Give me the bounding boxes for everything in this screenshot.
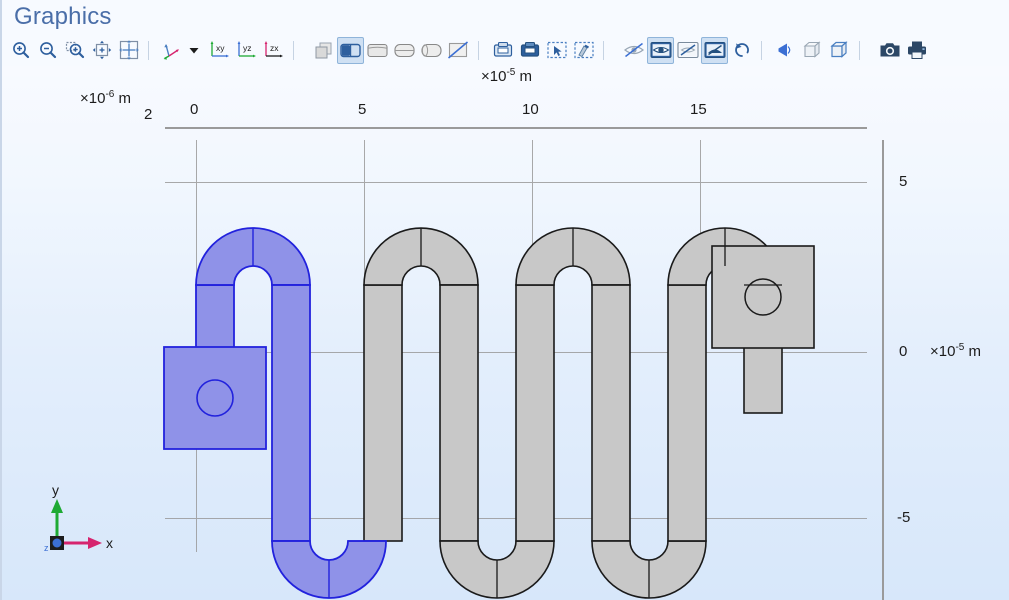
select-domains-icon — [340, 43, 361, 57]
zoom-box-button[interactable] — [61, 37, 88, 64]
svg-text:yz: yz — [243, 43, 252, 53]
reset-view-icon — [734, 43, 749, 57]
select-objects-icon — [315, 42, 331, 59]
view-zx-icon: zx — [264, 41, 283, 58]
view-perspective-button[interactable] — [826, 37, 853, 64]
zoom-out-button[interactable] — [34, 37, 61, 64]
cube-perspective-icon — [829, 41, 848, 58]
click-and-hide-icon — [546, 41, 567, 59]
camera-icon — [880, 43, 899, 57]
view-xy-icon: xy — [210, 41, 229, 58]
select-edges-button[interactable] — [391, 37, 418, 64]
select-objects-button[interactable] — [310, 37, 337, 64]
triad-z-label: z — [44, 543, 49, 551]
reset-hiding-icon — [573, 41, 594, 59]
toolbar-separator — [603, 40, 604, 60]
toolbar-separator — [478, 40, 479, 60]
triad-x-label: x — [106, 535, 113, 551]
printer-icon — [907, 41, 926, 59]
zoom-extents-button[interactable] — [88, 37, 115, 64]
select-domains-button[interactable] — [337, 36, 364, 64]
graphics-toolbar: xy yz zx — [2, 34, 1009, 66]
domain-leg-5 — [515, 284, 555, 542]
domain-leg-3 — [363, 284, 403, 542]
selection-list-icon — [520, 41, 539, 57]
domain-leg-2 — [271, 284, 311, 542]
no-selection-icon — [448, 41, 469, 59]
select-boundaries-button[interactable] — [364, 37, 391, 64]
click-and-hide-button[interactable] — [543, 37, 570, 64]
show-grid-button[interactable] — [701, 36, 728, 64]
triad-y-label: y — [52, 482, 59, 498]
transparency-button[interactable] — [620, 37, 647, 64]
zoom-extents-icon — [92, 40, 111, 60]
select-boundaries-icon — [367, 43, 388, 57]
domain-pad-left — [163, 346, 267, 450]
select-points-button[interactable] — [418, 37, 445, 64]
selection-list-button[interactable] — [516, 37, 543, 64]
graphics-canvas[interactable]: ×10-5 m ×10-6 m 2 0 5 10 15 5 0 -5 ×10-5… — [2, 66, 1009, 600]
image-snapshot-button[interactable] — [876, 37, 903, 64]
domain-pad-right — [711, 245, 815, 349]
view-zx-button[interactable]: zx — [260, 37, 287, 64]
view-unfolded-button[interactable] — [799, 37, 826, 64]
select-all-icon — [493, 41, 512, 57]
view-xy-button[interactable]: xy — [206, 37, 233, 64]
reset-view-button[interactable] — [728, 37, 755, 64]
wireframe-icon — [676, 41, 699, 59]
triad-y-arrowhead — [51, 499, 63, 513]
svg-text:zx: zx — [270, 43, 279, 53]
view-yz-icon: yz — [237, 41, 256, 58]
triad-z-marker — [52, 538, 62, 548]
geometry-viewport[interactable] — [2, 66, 1009, 600]
wireframe-rendering-button[interactable] — [674, 37, 701, 64]
orthographic-projection-button[interactable] — [772, 37, 799, 64]
select-all-button[interactable] — [489, 37, 516, 64]
axis-triad-icon — [163, 44, 179, 60]
select-edges-icon — [394, 43, 415, 57]
view-dropdown-button[interactable] — [186, 37, 202, 64]
clear-selection-button[interactable] — [445, 37, 472, 64]
zoom-out-icon — [39, 42, 56, 59]
go-to-default-view-button[interactable] — [159, 37, 186, 64]
axis-orientation-triad: y x z — [42, 481, 122, 553]
domain-leg-4 — [439, 284, 479, 542]
domain-leg-7 — [667, 284, 707, 542]
scene-light-button[interactable] — [647, 36, 674, 64]
triad-x-arrowhead — [88, 537, 102, 549]
show-grid-icon — [704, 42, 725, 58]
zoom-to-selection-button[interactable] — [115, 37, 142, 64]
view-yz-button[interactable]: yz — [233, 37, 260, 64]
select-points-icon — [421, 43, 442, 57]
toolbar-separator — [148, 40, 149, 60]
graphics-window: Graphics xy yz zx ×10-5 m ×10-6 m 2 0 5 … — [0, 0, 1009, 600]
transparency-icon — [623, 42, 644, 58]
graphics-titlebar: Graphics — [2, 0, 1009, 34]
toolbar-separator — [761, 40, 762, 60]
zoom-box-icon — [65, 41, 84, 59]
scene-light-icon — [650, 42, 671, 58]
unselected-domains[interactable] — [363, 227, 815, 599]
zoom-in-icon — [12, 42, 29, 59]
cube-unfolded-icon — [803, 41, 820, 58]
zoom-to-selection-icon — [118, 40, 139, 60]
selected-domains[interactable] — [163, 227, 387, 599]
reset-hiding-button[interactable] — [570, 37, 597, 64]
chevron-down-icon — [189, 48, 199, 54]
serpentine-geometry[interactable] — [163, 227, 815, 599]
toolbar-separator — [859, 40, 860, 60]
projection-icon — [778, 43, 790, 57]
domain-leg-6 — [591, 284, 631, 542]
zoom-in-button[interactable] — [7, 37, 34, 64]
page-title: Graphics — [14, 3, 112, 30]
print-button[interactable] — [903, 37, 930, 64]
toolbar-separator — [293, 40, 294, 60]
svg-text:xy: xy — [216, 43, 225, 53]
